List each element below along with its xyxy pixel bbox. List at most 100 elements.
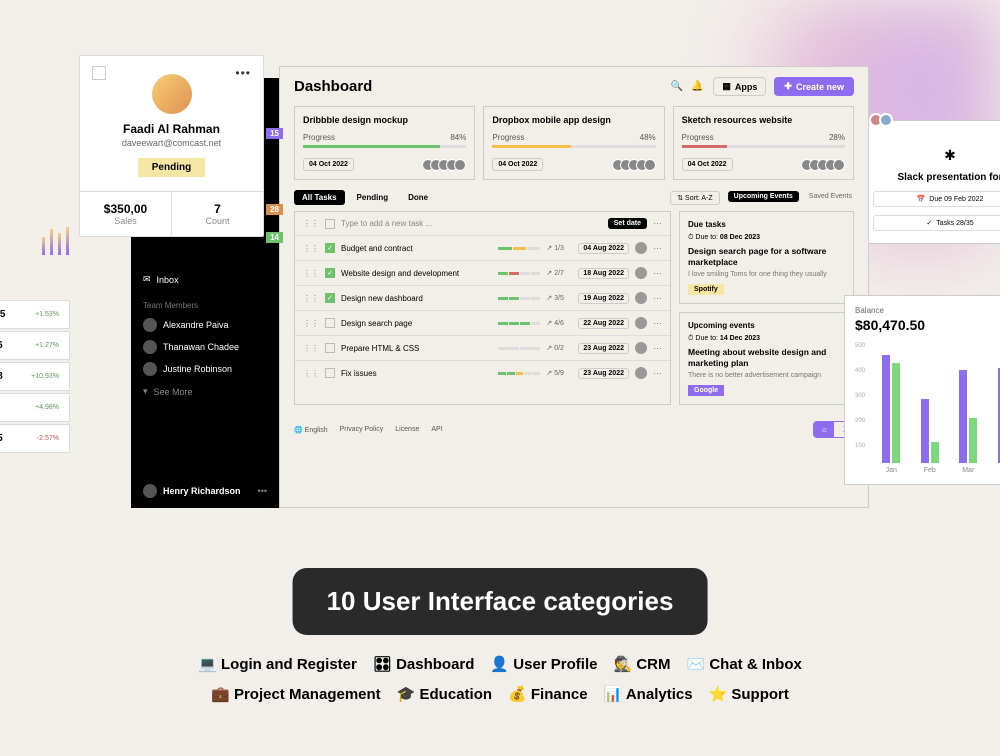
count-value: 7 xyxy=(176,202,259,216)
checkbox-icon[interactable]: ✓ xyxy=(325,243,335,253)
badge-count: 15 xyxy=(266,128,283,139)
team-member-row[interactable]: Alexandre Paiva xyxy=(131,314,279,336)
drag-icon[interactable]: ⋮⋮ xyxy=(303,294,319,303)
apps-button[interactable]: ▦Apps xyxy=(713,77,766,96)
tab-pending[interactable]: Pending xyxy=(349,190,397,205)
task-row[interactable]: ⋮⋮ ✓ Budget and contract ↗ 1/3 04 Aug 20… xyxy=(295,236,670,261)
team-member-row[interactable]: Thanawan Chadee xyxy=(131,336,279,358)
balance-chart: 500400300200100 xyxy=(855,343,1000,463)
checkbox-icon[interactable] xyxy=(325,219,335,229)
task-row[interactable]: ⋮⋮ ✓ Design new dashboard ↗ 3/5 19 Aug 2… xyxy=(295,286,670,311)
create-new-button[interactable]: ✚Create new xyxy=(774,77,854,96)
dashboard-window: Dashboard 🔍 🔔 ▦Apps ✚Create new Dribbble… xyxy=(279,66,869,508)
avatar xyxy=(143,484,157,498)
date-chip: 04 Aug 2022 xyxy=(578,243,629,254)
date-chip: 04 Oct 2022 xyxy=(492,158,543,171)
task-row[interactable]: ⋮⋮ Design search page ↗ 4/6 22 Aug 2022 … xyxy=(295,311,670,336)
drag-icon[interactable]: ⋮⋮ xyxy=(303,244,319,253)
license-link[interactable]: License xyxy=(395,426,419,433)
add-task-row[interactable]: ⋮⋮Type to add a new task ...Set date⋯ xyxy=(295,212,670,236)
date-chip: 23 Aug 2022 xyxy=(578,343,629,354)
progress-card[interactable]: Dribbble design mockup Progress84% 04 Oc… xyxy=(294,106,475,180)
search-icon[interactable]: 🔍 xyxy=(671,81,683,92)
checkbox-icon[interactable] xyxy=(325,368,335,378)
badge-count: 28 xyxy=(266,204,283,215)
tab-saved-events[interactable]: Saved Events xyxy=(807,191,854,202)
more-icon[interactable]: ••• xyxy=(258,486,267,496)
profile-name: Faadi Al Rahman xyxy=(92,122,251,136)
drag-icon[interactable]: ⋮⋮ xyxy=(303,319,319,328)
bell-icon[interactable]: 🔔 xyxy=(691,81,703,92)
category-list: 💻 Login and Register🎛 Dashboard👤 User Pr… xyxy=(110,650,890,710)
balance-value: $80,470.50 xyxy=(855,317,925,333)
grid-icon: ▦ xyxy=(722,81,731,92)
progress-segments xyxy=(498,297,540,300)
finance-row[interactable]: $0.99655-2.57% xyxy=(0,424,70,453)
more-icon[interactable]: ⋯ xyxy=(653,243,662,254)
team-members-label: Team Members xyxy=(131,291,279,314)
checkbox-icon[interactable] xyxy=(92,66,106,80)
date-chip: 04 Oct 2022 xyxy=(682,158,733,171)
language-toggle[interactable]: 🌐 English xyxy=(294,426,328,434)
checkbox-icon[interactable]: ✓ xyxy=(325,268,335,278)
event-card[interactable]: Upcoming events ⏱ Due to: 14 Dec 2023 Me… xyxy=(679,312,854,405)
drag-icon[interactable]: ⋮⋮ xyxy=(303,344,319,353)
avatar xyxy=(635,342,647,354)
set-date-button[interactable]: Set date xyxy=(608,218,647,229)
plus-icon: ✚ xyxy=(784,81,792,92)
tab-upcoming-events[interactable]: Upcoming Events xyxy=(728,191,799,202)
api-link[interactable]: API xyxy=(431,426,442,433)
event-card[interactable]: Due tasks ⏱ Due to: 08 Dec 2023 Design s… xyxy=(679,211,854,304)
date-chip: 23 Aug 2022 xyxy=(578,368,629,379)
progress-card[interactable]: Dropbox mobile app design Progress48% 04… xyxy=(483,106,664,180)
assignee-avatars xyxy=(805,159,845,171)
team-member-row[interactable]: Justine Robinson xyxy=(131,358,279,380)
more-icon[interactable]: ••• xyxy=(235,66,251,80)
progress-segments xyxy=(498,247,540,250)
task-row[interactable]: ⋮⋮ Prepare HTML & CSS ↗ 0/2 23 Aug 2022 … xyxy=(295,336,670,361)
task-row[interactable]: ⋮⋮ ✓ Website design and development ↗ 2/… xyxy=(295,261,670,286)
balance-card: Balance↗ $80,470.50 +10% 500400300200100… xyxy=(844,295,1000,485)
see-more-link[interactable]: ▾See More xyxy=(131,380,279,403)
category-item: 💻 Login and Register xyxy=(198,656,357,673)
more-icon[interactable]: ⋯ xyxy=(653,293,662,304)
more-icon[interactable]: ⋯ xyxy=(653,368,662,379)
avatar xyxy=(152,74,192,114)
more-icon[interactable]: ⋯ xyxy=(653,218,662,229)
more-icon[interactable]: ⋯ xyxy=(653,318,662,329)
avatar xyxy=(635,367,647,379)
decorative-bars xyxy=(42,225,69,255)
finance-row[interactable]: $1400.36+1.27% xyxy=(0,331,70,360)
progress-card[interactable]: Sketch resources website Progress28% 04 … xyxy=(673,106,854,180)
tab-done[interactable]: Done xyxy=(400,190,436,205)
checkbox-icon[interactable] xyxy=(325,343,335,353)
slack-icon: ✱ xyxy=(873,147,1000,164)
page-title: Dashboard xyxy=(294,78,663,95)
progress-segments xyxy=(498,347,540,350)
finance-row[interactable]: $0.33398+10.93% xyxy=(0,362,70,391)
category-item: ⭐ Support xyxy=(709,686,789,703)
task-row[interactable]: ⋮⋮ Fix issues ↗ 5/9 23 Aug 2022 ⋯ xyxy=(295,361,670,385)
privacy-link[interactable]: Privacy Policy xyxy=(340,426,384,433)
sidebar-footer[interactable]: Henry Richardson ••• xyxy=(143,484,267,498)
date-chip: 22 Aug 2022 xyxy=(578,318,629,329)
assignee-avatars xyxy=(426,159,466,171)
source-badge: Google xyxy=(688,385,724,396)
profile-email: daveewart@comcast.net xyxy=(92,138,251,148)
category-item: 👤 User Profile xyxy=(490,656,597,673)
checkbox-icon[interactable] xyxy=(325,318,335,328)
checkbox-icon[interactable]: ✓ xyxy=(325,293,335,303)
drag-icon[interactable]: ⋮⋮ xyxy=(303,269,319,278)
avatar xyxy=(143,318,157,332)
finance-row[interactable]: $46.521+4.98% xyxy=(0,393,70,422)
more-icon[interactable]: ⋯ xyxy=(653,343,662,354)
more-icon[interactable]: ⋯ xyxy=(653,268,662,279)
drag-icon[interactable]: ⋮⋮ xyxy=(303,369,319,378)
tab-all-tasks[interactable]: All Tasks xyxy=(294,190,345,205)
finance-strip: $23,869.5+1.53%$1400.36+1.27%$0.33398+10… xyxy=(0,300,70,455)
finance-row[interactable]: $23,869.5+1.53% xyxy=(0,300,70,329)
sort-button[interactable]: ⇅ Sort: A-Z xyxy=(670,191,719,205)
balance-label: Balance xyxy=(855,306,884,315)
date-chip: 18 Aug 2022 xyxy=(578,268,629,279)
sidebar-item-inbox[interactable]: ✉Inbox xyxy=(131,268,279,291)
